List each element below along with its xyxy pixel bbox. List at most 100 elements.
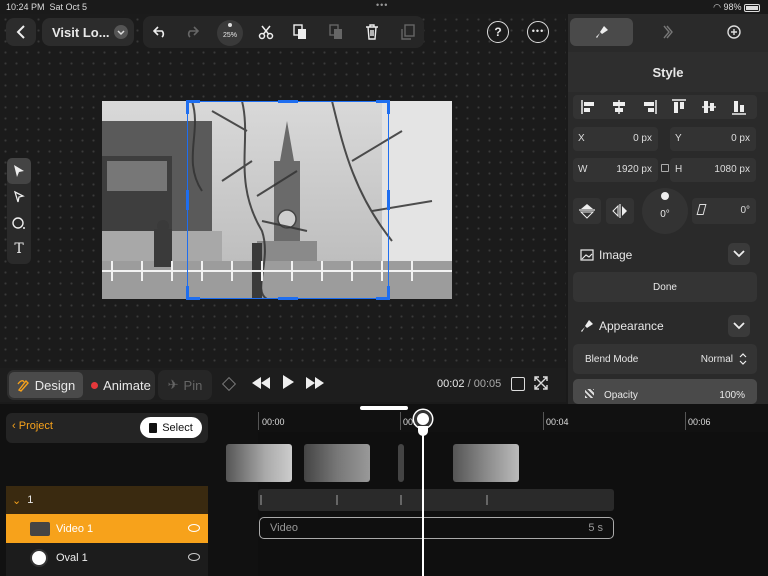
done-button[interactable]: Done <box>573 272 757 302</box>
zoom-level[interactable]: 25% <box>217 20 243 46</box>
playhead-tab <box>418 426 428 436</box>
oval-icon <box>12 217 25 229</box>
copy-icon <box>293 24 306 39</box>
blend-mode-select[interactable]: Blend Mode Normal <box>573 344 757 374</box>
design-mode-button[interactable]: Design <box>9 372 83 398</box>
paintbrush-icon <box>581 320 593 332</box>
project-back-button[interactable]: ‹ Project <box>12 420 53 432</box>
tab-style[interactable] <box>570 18 633 46</box>
play-icon <box>283 375 294 389</box>
pen-tool[interactable] <box>7 184 31 210</box>
chevron-up-down-icon <box>739 353 747 365</box>
layer-row-oval[interactable]: Oval 1 <box>6 543 208 572</box>
design-icon <box>17 379 29 392</box>
appearance-section-toggle[interactable] <box>728 315 750 337</box>
resize-handle-br[interactable] <box>376 286 390 300</box>
align-top-icon[interactable] <box>671 99 687 115</box>
aspect-ratio-button[interactable] <box>511 377 525 391</box>
delete-button[interactable] <box>359 20 385 44</box>
height-field[interactable]: H 1080 px <box>670 158 756 182</box>
fullscreen-button[interactable] <box>534 376 548 395</box>
flip-horizontal-button[interactable] <box>606 198 634 224</box>
project-title-menu[interactable]: Visit Lo... <box>42 18 134 46</box>
layer-row-video[interactable]: Video 1 <box>6 514 208 543</box>
align-center-v-icon[interactable] <box>701 99 717 115</box>
rewind-icon <box>252 377 270 389</box>
plus-circle-icon <box>726 25 741 39</box>
eye-icon[interactable] <box>188 553 200 561</box>
align-right-icon[interactable] <box>641 99 657 115</box>
layer-group[interactable]: ⌄ 1 <box>6 486 208 514</box>
panel-drag-handle[interactable] <box>360 406 408 410</box>
cut-button[interactable] <box>253 20 279 44</box>
align-center-h-icon[interactable] <box>611 99 627 115</box>
align-bottom-icon[interactable] <box>731 99 747 115</box>
y-field[interactable]: Y 0 px <box>670 127 756 151</box>
rotation-dial[interactable]: 0° <box>642 188 688 234</box>
fast-forward-button[interactable] <box>306 376 326 392</box>
flip-vertical-button[interactable] <box>573 198 601 224</box>
text-tool[interactable]: T <box>7 236 31 262</box>
shape-tool[interactable] <box>7 210 31 236</box>
help-button[interactable]: ? <box>487 21 509 43</box>
pin-button[interactable]: ✈ Pin <box>158 370 212 400</box>
eye-icon[interactable] <box>188 524 200 532</box>
resize-handle-bl[interactable] <box>186 286 200 300</box>
more-button[interactable]: ••• <box>527 21 549 43</box>
status-time: 10:24 PM Sat Oct 5 <box>6 2 88 12</box>
resize-handle-tr[interactable] <box>376 100 390 114</box>
chevron-down-icon <box>733 250 745 258</box>
paste-button[interactable] <box>323 20 349 44</box>
status-right: ◠ 98% <box>713 2 760 13</box>
select-button[interactable]: Select <box>140 417 202 438</box>
chevron-down-icon: ⌄ <box>12 494 22 507</box>
back-button[interactable] <box>6 18 36 46</box>
resize-handle-tl[interactable] <box>186 100 200 114</box>
play-button[interactable] <box>282 375 298 393</box>
project-title: Visit Lo... <box>52 24 110 40</box>
chevron-down-icon <box>114 25 128 39</box>
paste-icon <box>329 24 342 39</box>
resize-handle-bottom[interactable] <box>278 297 298 300</box>
tick-label: 00:06 <box>688 417 711 427</box>
group-track <box>258 489 614 511</box>
resize-handle-top[interactable] <box>278 100 298 103</box>
pen-icon <box>13 190 25 203</box>
duplicate-icon <box>401 24 415 40</box>
thumbnail <box>226 444 292 482</box>
opacity-slider[interactable]: Opacity 100% <box>573 379 757 404</box>
oval-thumb-icon <box>30 548 48 567</box>
mode-switcher: Design Animate <box>7 370 155 400</box>
multitasking-dots[interactable]: ••• <box>376 0 388 10</box>
lock-aspect-icon[interactable] <box>661 164 669 172</box>
redo-button[interactable] <box>179 20 205 44</box>
chevron-left-icon <box>16 25 25 39</box>
skew-field[interactable]: 0° <box>692 198 756 224</box>
width-field[interactable]: W 1920 px <box>573 158 658 182</box>
x-field[interactable]: X 0 px <box>573 127 658 151</box>
time-ruler[interactable]: 00:00 00:02 00:04 00:06 <box>258 412 768 432</box>
battery-icon <box>744 3 760 12</box>
image-icon <box>580 249 594 261</box>
edit-toolbar: 25% <box>143 16 424 48</box>
select-tool[interactable] <box>7 158 31 184</box>
rewind-button[interactable] <box>252 376 272 392</box>
duplicate-button[interactable] <box>395 20 421 44</box>
copy-button[interactable] <box>287 20 313 44</box>
thumbnail <box>453 444 519 482</box>
align-left-icon[interactable] <box>581 99 597 115</box>
image-section-toggle[interactable] <box>728 243 750 265</box>
align-toolbar <box>573 95 757 119</box>
video-clip[interactable]: Video 5 s <box>259 517 614 539</box>
undo-button[interactable] <box>147 20 173 44</box>
animate-mode-button[interactable]: Animate <box>87 372 155 398</box>
resize-handle-left[interactable] <box>186 190 189 210</box>
thumbnail <box>398 444 404 482</box>
playhead[interactable] <box>422 412 424 576</box>
selection-box[interactable] <box>187 101 389 299</box>
ellipsis-icon: ••• <box>531 25 545 36</box>
tab-animation[interactable] <box>636 18 699 46</box>
resize-handle-right[interactable] <box>387 190 390 210</box>
tab-add[interactable] <box>702 18 765 46</box>
flip-horizontal-icon <box>612 204 627 218</box>
